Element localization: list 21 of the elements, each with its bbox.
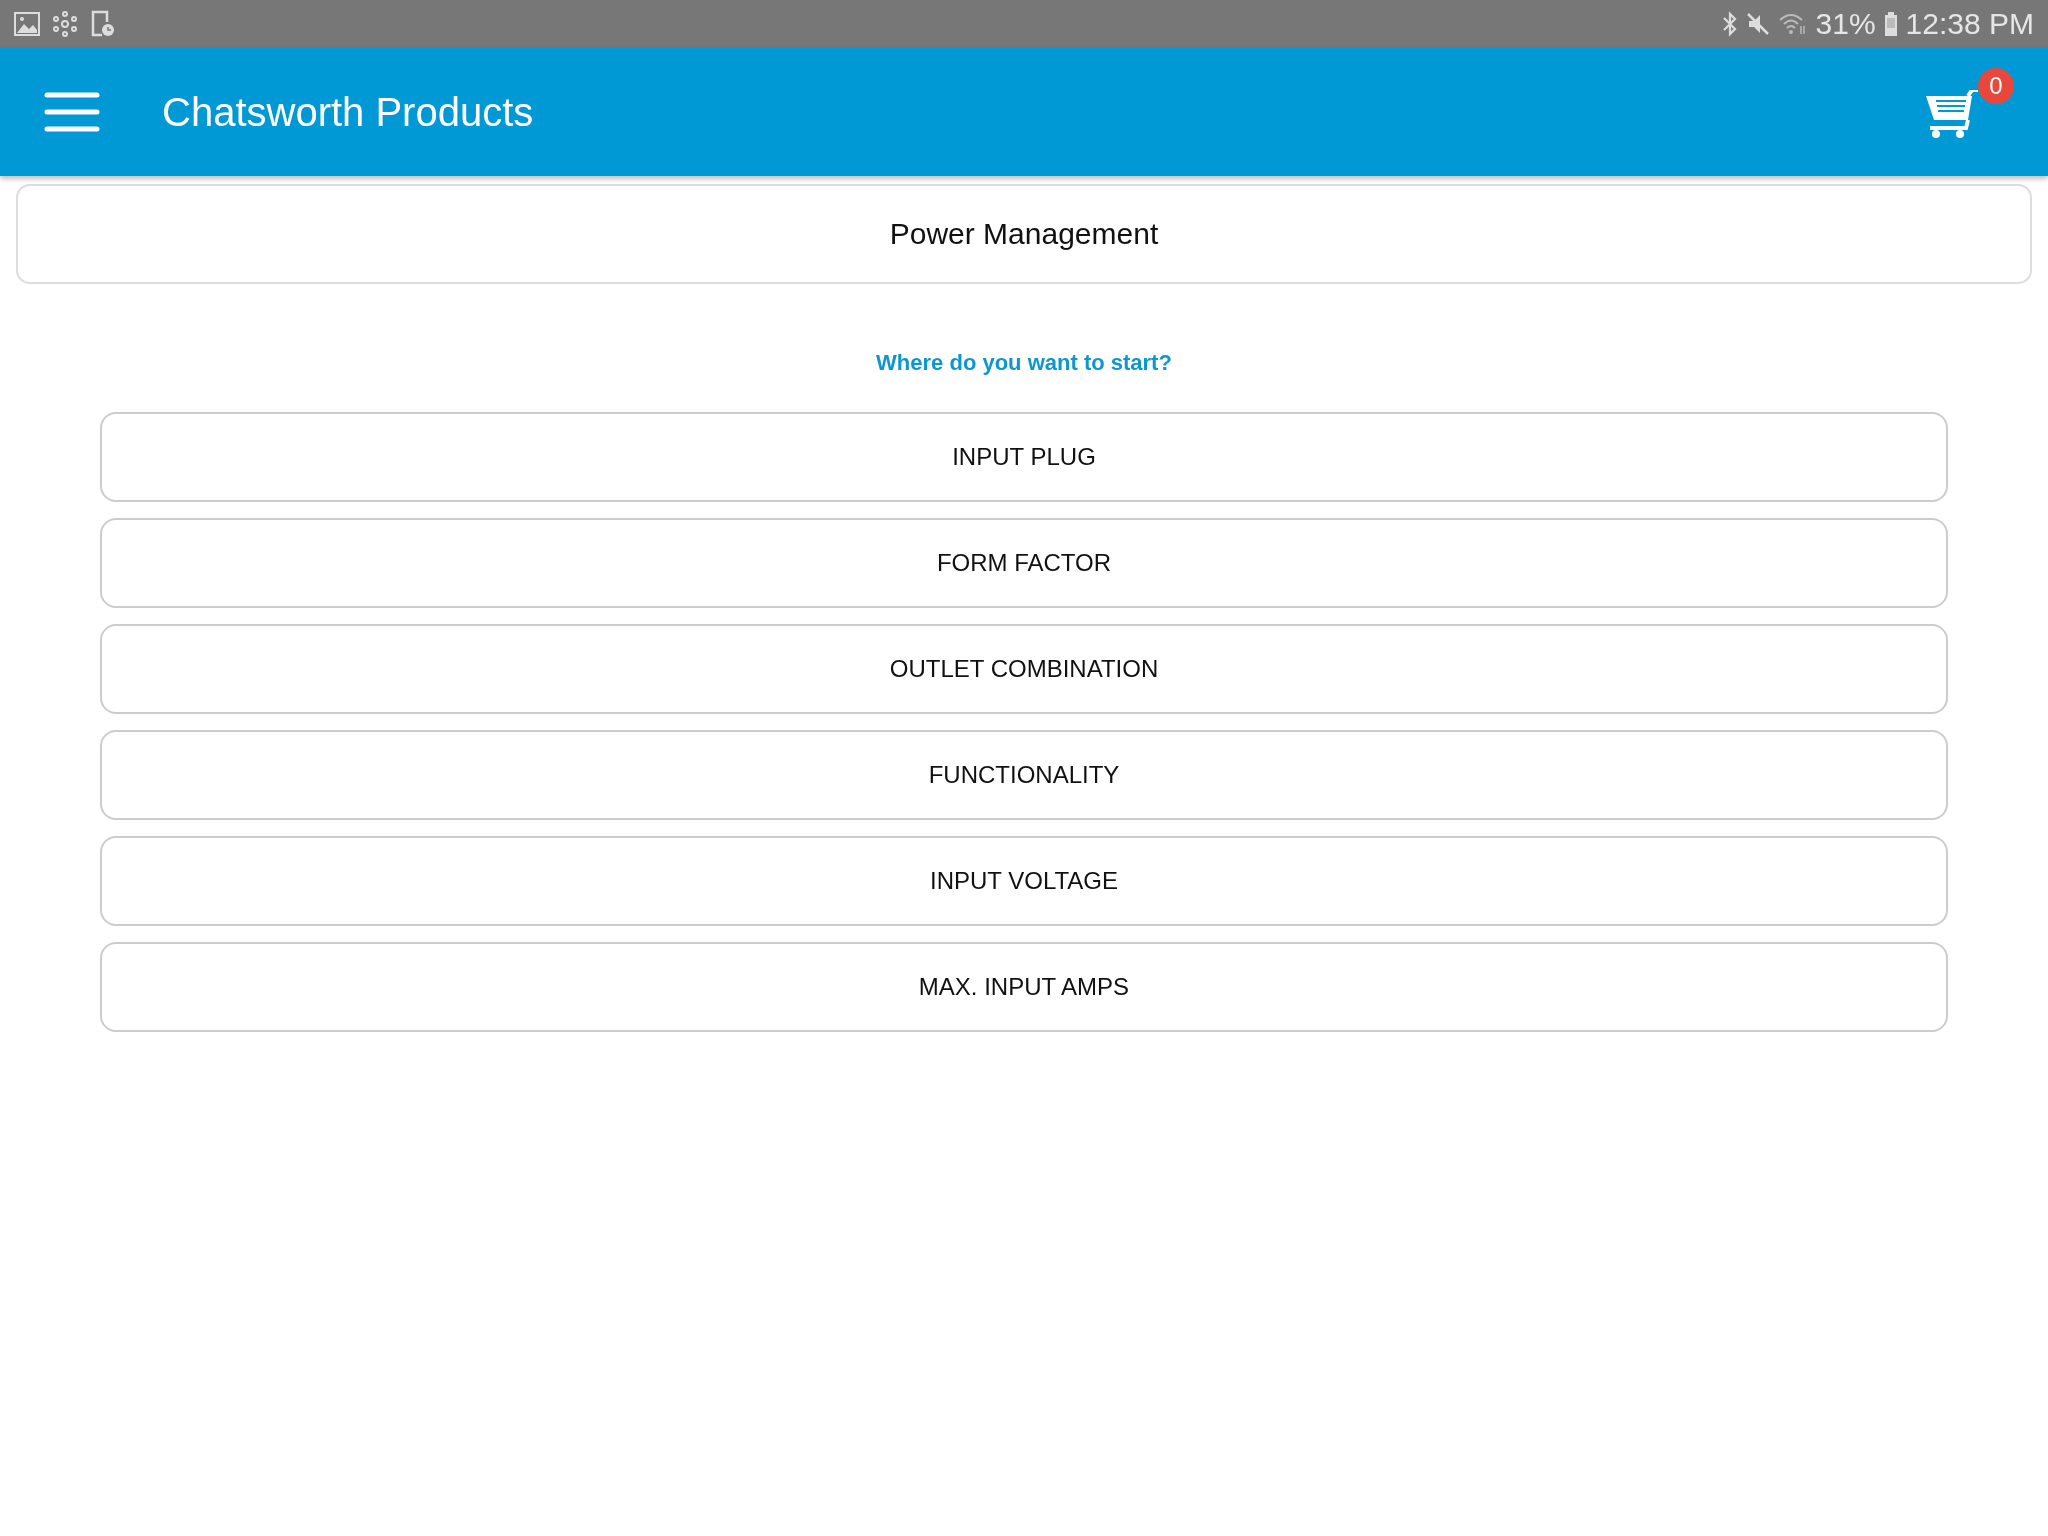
wifi-icon	[1777, 12, 1808, 36]
option-button[interactable]: FUNCTIONALITY	[100, 730, 1948, 820]
battery-percent: 31%	[1815, 7, 1876, 41]
app-title: Chatsworth Products	[162, 89, 535, 135]
bluetooth-icon	[1721, 11, 1738, 37]
image-icon	[14, 12, 40, 36]
option-button[interactable]: MAX. INPUT AMPS	[100, 942, 1948, 1032]
cart-icon[interactable]	[1924, 90, 1980, 140]
cart-count-badge: 0	[1978, 68, 2014, 104]
menu-button[interactable]	[44, 91, 100, 133]
page-title: Power Management	[889, 217, 1159, 251]
option-button[interactable]: FORM FACTOR	[100, 518, 1948, 608]
option-button[interactable]: INPUT PLUG	[100, 412, 1948, 502]
network-nodes-icon	[52, 11, 78, 37]
prompt-text: Where do you want to start?	[875, 350, 1173, 376]
option-button[interactable]: INPUT VOLTAGE	[100, 836, 1948, 926]
option-button[interactable]: OUTLET COMBINATION	[100, 624, 1948, 714]
tablet-clock-icon	[90, 10, 116, 38]
clock-time: 12:38 PM	[1905, 7, 2034, 41]
mute-icon	[1745, 12, 1770, 36]
battery-icon	[1883, 12, 1898, 36]
